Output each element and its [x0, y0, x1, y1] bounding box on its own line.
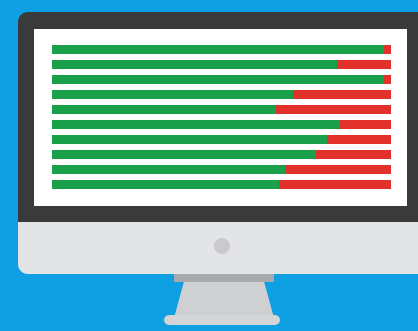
bar-segment-positive: [52, 105, 276, 114]
bar-segment-positive: [52, 90, 293, 99]
bar-segment-negative: [285, 165, 391, 174]
bar-segment-negative: [316, 150, 391, 159]
stand-shadow: [174, 274, 274, 282]
bar-row: [52, 150, 391, 159]
bar-row: [52, 120, 391, 129]
bar-segment-negative: [340, 120, 391, 129]
bar-segment-negative: [384, 45, 391, 54]
bar-segment-positive: [52, 135, 327, 144]
illustration-canvas: [0, 0, 418, 331]
bar-row: [52, 105, 391, 114]
bar-segment-positive: [52, 120, 341, 129]
bar-row: [52, 45, 391, 54]
bar-segment-negative: [292, 90, 391, 99]
monitor-screen: [34, 29, 407, 206]
bar-segment-positive: [52, 180, 280, 189]
bar-segment-positive: [52, 150, 317, 159]
monitor-base: [164, 315, 280, 325]
bar-segment-positive: [52, 165, 286, 174]
bar-segment-negative: [279, 180, 391, 189]
bar-segment-negative: [384, 75, 391, 84]
bar-row: [52, 180, 391, 189]
power-button-icon: [214, 238, 230, 254]
bar-row: [52, 60, 391, 69]
bar-segment-positive: [52, 75, 385, 84]
bar-row: [52, 90, 391, 99]
bar-row: [52, 135, 391, 144]
bar-row: [52, 165, 391, 174]
bar-row: [52, 75, 391, 84]
bar-segment-negative: [275, 105, 391, 114]
bar-list: [52, 45, 391, 189]
bar-segment-negative: [336, 60, 391, 69]
bar-segment-negative: [326, 135, 391, 144]
bar-segment-positive: [52, 45, 385, 54]
bar-segment-positive: [52, 60, 337, 69]
